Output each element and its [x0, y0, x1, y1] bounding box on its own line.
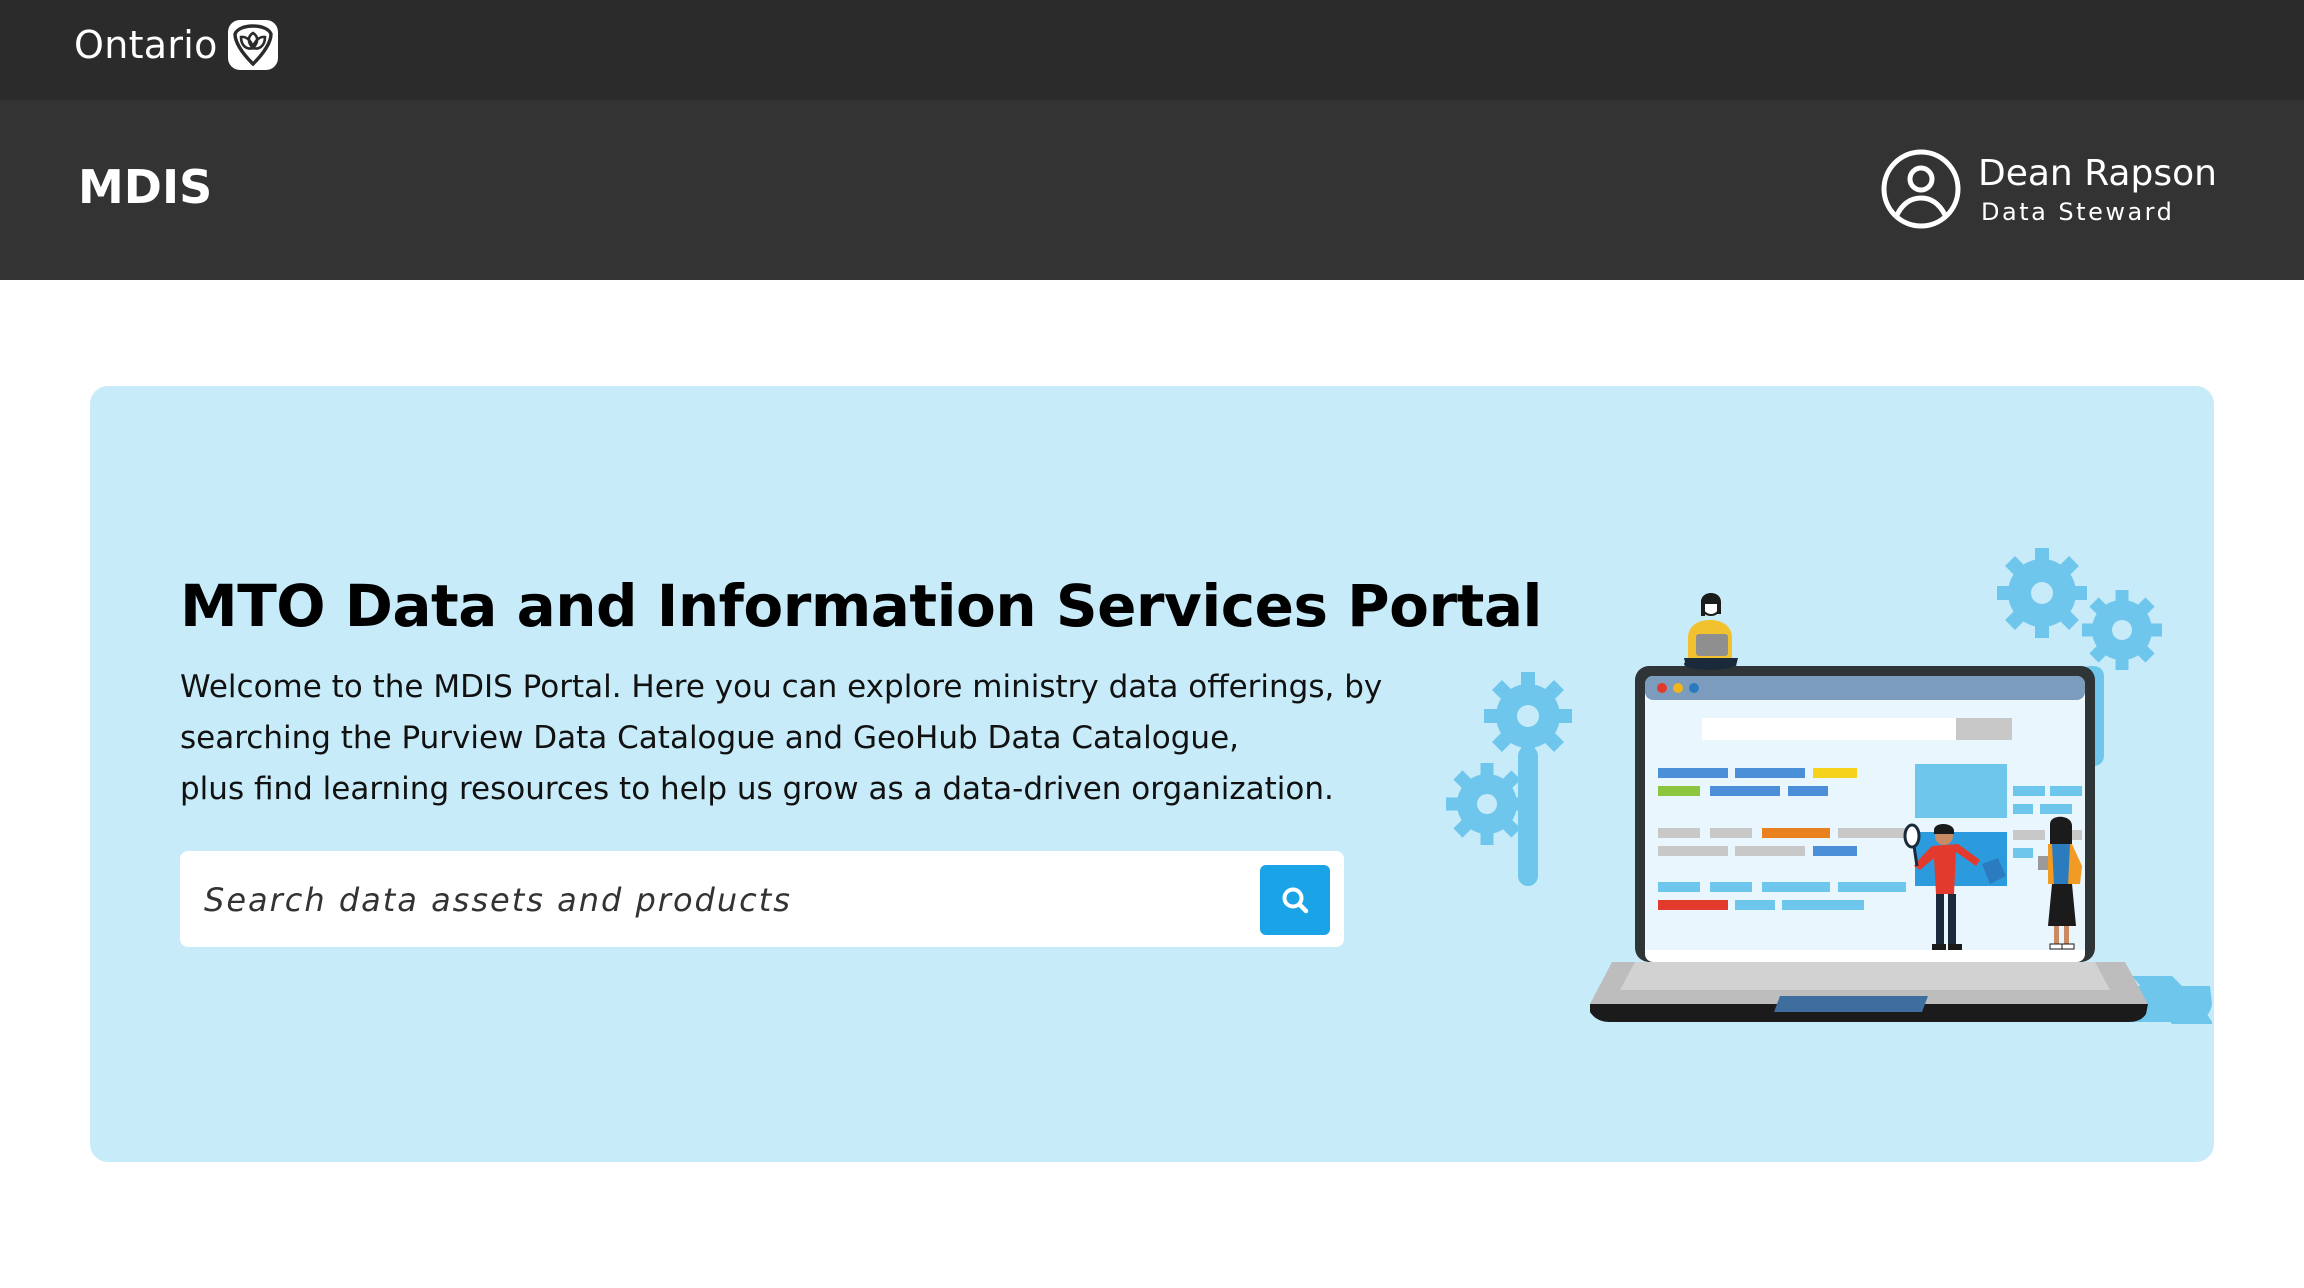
government-header: Ontario [0, 0, 2304, 100]
user-circle-icon [1881, 149, 1961, 229]
user-name: Dean Rapson [1978, 153, 2217, 194]
gear-icon [1446, 763, 1528, 845]
hero-banner: MTO Data and Information Services Portal… [90, 386, 2214, 1162]
ontario-trillium-icon [227, 20, 278, 70]
page-title: MTO Data and Information Services Portal [180, 572, 1542, 640]
gear-icon [1997, 548, 2087, 638]
hero-description-line: plus find learning resources to help us … [180, 771, 1334, 807]
hero-description-line: searching the Purview Data Catalogue and… [180, 720, 1239, 756]
user-details: Dean Rapson Data Steward [1978, 152, 2217, 226]
user-profile[interactable]: Dean Rapson Data Steward [1880, 148, 2217, 230]
user-role: Data Steward [1981, 198, 2175, 226]
logo-text: Ontario [74, 23, 218, 67]
search-bar [180, 851, 1344, 947]
app-name[interactable]: MDIS [78, 160, 212, 214]
person-figure [1684, 593, 1738, 670]
gear-icon [2082, 590, 2162, 670]
hero-description-line: Welcome to the MDIS Portal. Here you can… [180, 669, 1383, 705]
laptop-data-catalogue-illustration [1446, 548, 2212, 1024]
hero-description: Welcome to the MDIS Portal. Here you can… [180, 662, 1460, 815]
search-icon [1282, 887, 1309, 914]
search-input[interactable] [202, 865, 1206, 935]
application-header: MDIS Dean Rapson Data Steward [0, 100, 2304, 280]
search-button[interactable] [1260, 865, 1330, 935]
ontario-logo[interactable]: Ontario [74, 20, 278, 70]
